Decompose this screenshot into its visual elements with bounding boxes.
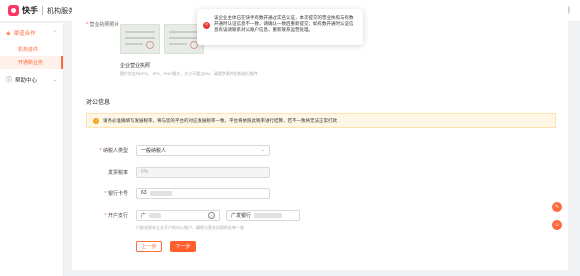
section-title: 对公信息	[86, 100, 111, 106]
sidebar-group-help[interactable]: ⓘ 帮助中心 ⌄	[0, 69, 63, 90]
notice-text: 请务必准确填写发展税率，将与您的平台的对应发展税率一致，平台将依照此税率进行结算…	[103, 117, 337, 123]
sidebar-group-label: 帮助中心	[15, 77, 38, 84]
notice-banner: ! 请务必准确填写发展税率，将与您的平台的对应发展税率一致，平台将依照此税率进行…	[86, 113, 556, 128]
sidebar-group-label: 渠道合作	[13, 31, 36, 37]
chevron-down-icon: ⌄	[260, 147, 265, 153]
clear-icon[interactable]: ×	[208, 211, 215, 219]
prev-step-button[interactable]: 上一步	[136, 241, 162, 252]
toast-message: 该企业主体已在快手有数开通过实名认证，本次提交的营业执照与有数开通时认证信息不一…	[214, 15, 354, 32]
license-title: 企业营业执照	[120, 63, 151, 69]
card-number-input[interactable]: 63	[136, 187, 270, 199]
customer-service-icon[interactable]: ☺	[552, 220, 562, 230]
tax-rate-label: 发票税率	[107, 169, 128, 176]
next-step-button[interactable]: 下一步	[170, 241, 196, 252]
kuaishou-logo-icon	[8, 5, 19, 16]
error-icon: ×	[203, 22, 210, 29]
taxpayer-type-select[interactable]: 一般纳税人 ⌄	[136, 144, 270, 156]
sidebar-item-onboarding[interactable]: 机构进件	[0, 43, 63, 56]
card-number-label: * 银行卡号	[104, 190, 128, 197]
card-number-row: * 银行卡号 63	[72, 187, 372, 199]
bank-branch-label: * 开户支行	[104, 212, 128, 219]
error-toast: × 该企业主体已在快手有数开通过实名认证，本次提交的营业执照与有数开通时认证信息…	[197, 9, 363, 45]
bank-hint: 只能关联本企业开户的对公账户，确保与营业执照的名称一致	[136, 225, 244, 230]
taxpayer-type-row: * 纳税人类型 一般纳税人 ⌄	[72, 144, 372, 156]
sidebar-item-new-business[interactable]: 开通新业务	[0, 56, 63, 69]
sidebar: ◈ 渠道合作 ⌃ 机构进件 开通新业务 ⓘ 帮助中心 ⌄	[0, 23, 64, 276]
chevron-up-icon: ⌃	[52, 30, 57, 36]
bank-province-select[interactable]: 广 ×	[136, 209, 220, 221]
taxpayer-type-value: 一般纳税人	[141, 147, 167, 154]
taxpayer-type-label: * 纳税人类型	[99, 147, 128, 154]
tax-rate-field: 6%	[136, 166, 270, 178]
bank-branch-select[interactable]: 广发银行	[226, 209, 300, 221]
brand-name: 快手	[22, 6, 38, 15]
cooperation-icon: ◈	[6, 30, 11, 37]
feedback-icon[interactable]: ✎	[552, 202, 562, 212]
help-circle-icon: ⓘ	[6, 78, 13, 84]
sidebar-group-cooperation[interactable]: ◈ 渠道合作 ⌃	[0, 23, 63, 43]
license-hint: 图片仅支持JPG、JPG、PNG格式，大小不超过5M，请提供原件拍照或扫描件	[120, 71, 258, 76]
license-image-preview[interactable]	[120, 24, 160, 54]
divider	[42, 6, 43, 15]
seal-icon	[146, 41, 154, 49]
tax-rate-row: 发票税率 6%	[72, 166, 372, 178]
warning-icon: !	[93, 117, 99, 124]
license-label: * 营业执照照片	[86, 22, 120, 28]
bank-branch-row: * 开户支行 广 × 广发银行	[72, 209, 492, 221]
chevron-down-icon: ⌄	[52, 76, 57, 83]
